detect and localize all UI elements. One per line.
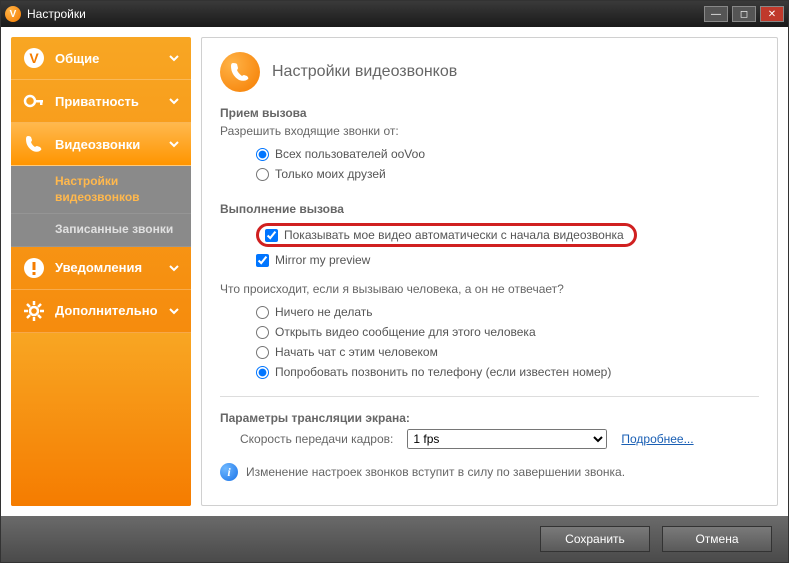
sub-item-video-settings[interactable]: Настройки видеозвонков	[11, 166, 191, 214]
checkbox-row-mirror[interactable]: Mirror my preview	[256, 250, 759, 270]
phone-icon	[23, 133, 45, 155]
content-panel: Настройки видеозвонков Прием вызова Разр…	[201, 37, 778, 506]
radio-row-vmsg[interactable]: Открыть видео сообщение для этого челове…	[256, 322, 759, 342]
save-button[interactable]: Сохранить	[540, 526, 650, 552]
checkbox-show-video[interactable]	[265, 229, 278, 242]
settings-window: V Настройки — ◻ ✕ V Общие Приват	[0, 0, 789, 563]
checkbox-row-show-video[interactable]: Показывать мое видео автоматически с нач…	[256, 220, 759, 250]
radio-do-nothing[interactable]	[256, 306, 269, 319]
radio-label: Всех пользователей ooVoo	[275, 147, 425, 161]
sidebar-label: Приватность	[55, 94, 139, 109]
radio-all-users[interactable]	[256, 148, 269, 161]
radio-row-friends[interactable]: Только моих друзей	[256, 164, 759, 184]
radio-label: Только моих друзей	[275, 167, 386, 181]
section-incoming-title: Прием вызова	[220, 106, 759, 120]
chevron-down-icon	[169, 139, 179, 149]
minimize-button[interactable]: —	[704, 6, 728, 22]
sidebar-label: Дополнительно	[55, 303, 158, 318]
radio-label: Ничего не делать	[275, 305, 373, 319]
gear-icon	[23, 300, 45, 322]
checkbox-mirror-preview[interactable]	[256, 254, 269, 267]
checkbox-label: Показывать мое видео автоматически с нач…	[284, 228, 624, 242]
content-header: Настройки видеозвонков	[220, 52, 759, 92]
sidebar-label: Уведомления	[55, 260, 142, 275]
sidebar-item-videocalls[interactable]: Видеозвонки	[11, 123, 191, 166]
radio-row-nothing[interactable]: Ничего не делать	[256, 302, 759, 322]
more-link[interactable]: Подробнее...	[621, 432, 693, 446]
sidebar-label: Видеозвонки	[55, 137, 140, 152]
sub-item-recorded-calls[interactable]: Записанные звонки	[11, 214, 191, 247]
sidebar-item-advanced[interactable]: Дополнительно	[11, 290, 191, 333]
svg-text:V: V	[29, 50, 39, 66]
key-icon	[23, 90, 45, 112]
sub-item-label: Настройки видеозвонков	[55, 174, 140, 204]
info-icon: i	[220, 463, 238, 481]
sidebar-item-general[interactable]: V Общие	[11, 37, 191, 80]
general-icon: V	[23, 47, 45, 69]
no-answer-question: Что происходит, если я вызываю человека,…	[220, 282, 759, 296]
radio-label: Открыть видео сообщение для этого челове…	[275, 325, 536, 339]
sidebar-subitems: Настройки видеозвонков Записанные звонки	[11, 166, 191, 247]
section-incoming-sub: Разрешить входящие звонки от:	[220, 124, 759, 138]
highlight-annotation: Показывать мое видео автоматически с нач…	[256, 223, 637, 247]
window-controls: — ◻ ✕	[704, 6, 784, 22]
section-outgoing-title: Выполнение вызова	[220, 202, 759, 216]
close-button[interactable]: ✕	[760, 6, 784, 22]
radio-label: Начать чат с этим человеком	[275, 345, 438, 359]
info-text: Изменение настроек звонков вступит в сил…	[246, 465, 625, 479]
info-row: i Изменение настроек звонков вступит в с…	[220, 463, 759, 481]
fps-label: Скорость передачи кадров:	[240, 432, 393, 446]
checkbox-label: Mirror my preview	[275, 253, 370, 267]
window-title: Настройки	[27, 7, 704, 21]
radio-row-all-users[interactable]: Всех пользователей ooVoo	[256, 144, 759, 164]
fps-row: Скорость передачи кадров: 1 fps Подробне…	[220, 429, 759, 449]
divider	[220, 396, 759, 397]
sidebar-item-privacy[interactable]: Приватность	[11, 80, 191, 123]
chevron-down-icon	[169, 96, 179, 106]
fps-select[interactable]: 1 fps	[407, 429, 607, 449]
chevron-down-icon	[169, 53, 179, 63]
page-title: Настройки видеозвонков	[272, 63, 457, 81]
radio-try-phone[interactable]	[256, 366, 269, 379]
titlebar: V Настройки — ◻ ✕	[1, 1, 788, 27]
radio-friends-only[interactable]	[256, 168, 269, 181]
footer: Сохранить Отмена	[1, 516, 788, 562]
app-logo-icon: V	[5, 6, 21, 22]
radio-row-chat[interactable]: Начать чат с этим человеком	[256, 342, 759, 362]
cancel-button[interactable]: Отмена	[662, 526, 772, 552]
chevron-down-icon	[169, 306, 179, 316]
radio-label: Попробовать позвонить по телефону (если …	[275, 365, 611, 379]
radio-start-chat[interactable]	[256, 346, 269, 359]
body: V Общие Приватность Вид	[1, 27, 788, 516]
maximize-button[interactable]: ◻	[732, 6, 756, 22]
sidebar-filler	[11, 333, 191, 506]
alert-icon	[23, 257, 45, 279]
chevron-down-icon	[169, 263, 179, 273]
radio-row-phone[interactable]: Попробовать позвонить по телефону (если …	[256, 362, 759, 382]
videocall-icon	[220, 52, 260, 92]
sidebar-label: Общие	[55, 51, 99, 66]
sidebar: V Общие Приватность Вид	[11, 37, 191, 506]
section-screen-title: Параметры трансляции экрана:	[220, 411, 759, 425]
radio-video-message[interactable]	[256, 326, 269, 339]
sidebar-item-notifications[interactable]: Уведомления	[11, 247, 191, 290]
sub-item-label: Записанные звонки	[55, 222, 173, 236]
